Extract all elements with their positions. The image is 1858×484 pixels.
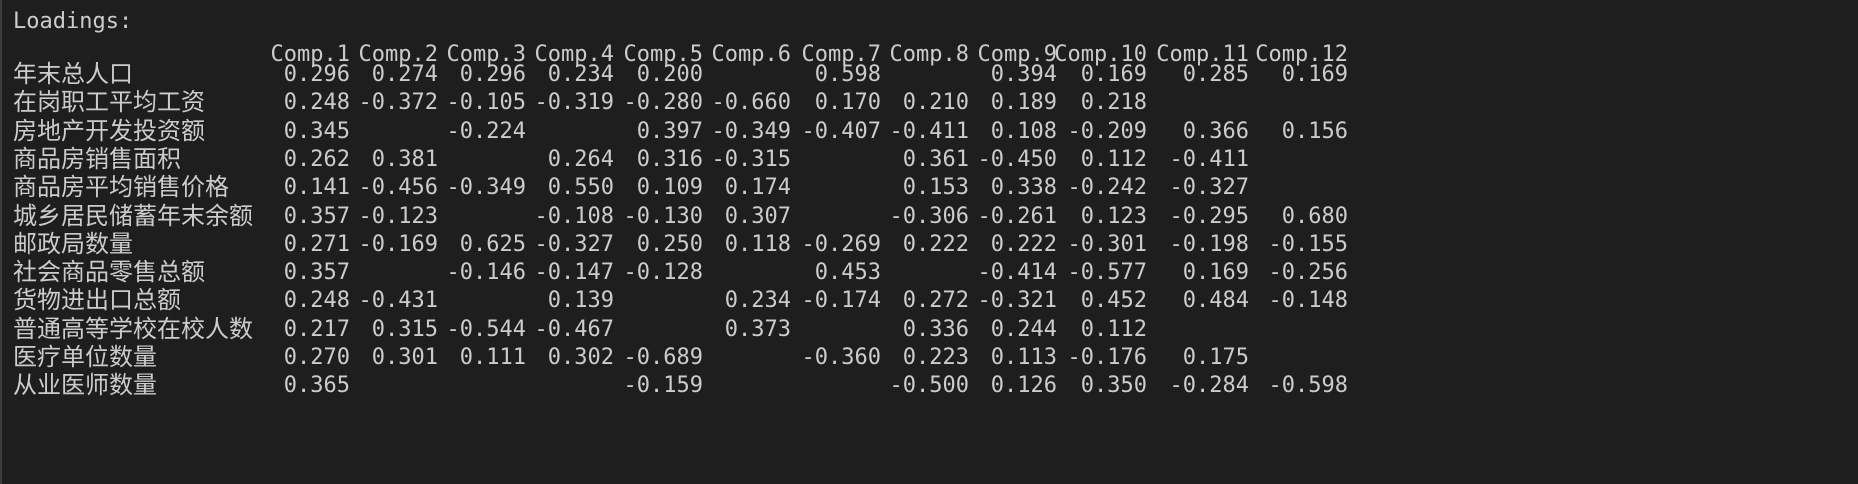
loading-cell: -0.128 xyxy=(623,260,703,286)
loading-cell: -0.598 xyxy=(1268,373,1348,399)
loading-cell: 0.365 xyxy=(283,373,350,399)
loading-cell: -0.372 xyxy=(358,90,438,116)
loading-cell: -0.148 xyxy=(1268,288,1348,314)
loading-cell: 0.373 xyxy=(724,316,791,342)
loading-cell: 0.285 xyxy=(1182,62,1249,87)
loading-cell: 0.156 xyxy=(1281,118,1348,144)
loading-cell: -0.169 xyxy=(358,231,438,257)
loading-cell: 0.222 xyxy=(902,231,969,257)
loading-cell: 0.126 xyxy=(990,373,1057,399)
loading-cell: -0.284 xyxy=(1169,373,1249,399)
loading-cell: 0.169 xyxy=(1281,62,1348,87)
loading-cell: 0.111 xyxy=(459,345,526,370)
loading-cell: -0.500 xyxy=(889,373,969,399)
loading-cell: 0.302 xyxy=(547,345,614,370)
loading-cell: -0.224 xyxy=(446,118,526,144)
column-header: Comp.8 xyxy=(889,42,969,67)
loading-cell: -0.146 xyxy=(446,260,526,286)
loading-cell: -0.174 xyxy=(801,288,881,314)
column-header: Comp.6 xyxy=(711,42,791,67)
loadings-heading: Loadings: xyxy=(13,9,133,34)
loading-cell: -0.407 xyxy=(801,118,881,144)
loading-cell: 0.301 xyxy=(371,345,438,370)
loading-cell: -0.360 xyxy=(801,345,881,370)
loading-cell: 0.118 xyxy=(724,231,791,257)
loading-cell: 0.484 xyxy=(1182,288,1249,314)
console-output: Loadings: Comp.1 Comp.2 Comp.3 Comp.4 Comp.5… xyxy=(0,0,1858,484)
loading-cell: -0.319 xyxy=(534,90,614,116)
row-label: 从业医师数量 xyxy=(13,371,157,400)
loading-cell: 0.350 xyxy=(1080,373,1147,399)
loading-cell: -0.349 xyxy=(446,175,526,201)
loading-cell: -0.159 xyxy=(623,373,703,399)
